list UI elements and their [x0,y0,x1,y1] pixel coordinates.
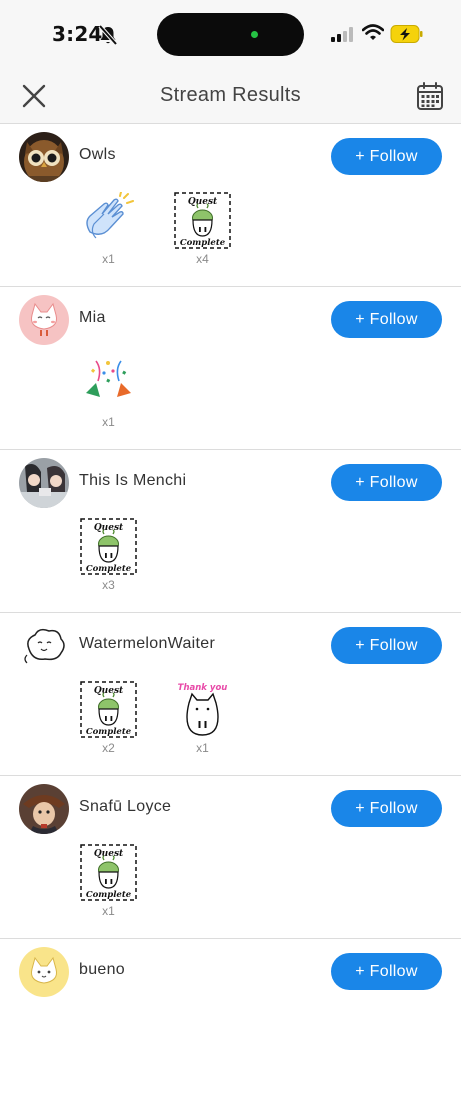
stream-result-row: Mia + Follow x1 [0,287,461,450]
stream-result-row: WatermelonWaiter + Follow Quest Complete x2 T… [0,613,461,776]
status-time: 3:24 [52,22,103,46]
stream-results-list: Owls + Follow x1 Quest Complete x4 Mia + Follow… [0,124,461,1101]
user-name[interactable]: This Is Menchi [79,472,186,490]
page-title: Stream Results [160,84,301,106]
stream-result-row: This Is Menchi + Follow Quest Complete x3 [0,450,461,613]
dynamic-island [157,13,304,56]
gift-count: x2 [102,741,115,755]
gift-count: x1 [102,415,115,429]
quest-complete-sticker: Quest Complete [80,681,137,738]
stream-result-row: Owls + Follow x1 Quest Complete x4 [0,124,461,287]
gift-count: x3 [102,578,115,592]
calendar-icon[interactable] [416,82,444,112]
svg-text:Complete: Complete [180,238,226,248]
user-name[interactable]: Snafū Loyce [79,798,171,816]
party-popper-sticker [80,355,137,412]
follow-button[interactable]: + Follow [331,301,442,338]
gift-list: x1 Quest Complete x4 [80,192,231,266]
gift-count: x1 [196,741,209,755]
gift-count: x1 [102,904,115,918]
gift-list: Quest Complete x1 [80,844,137,918]
gift-list: x1 [80,355,137,429]
svg-text:Quest: Quest [94,523,124,533]
quest-complete-sticker: Quest Complete [80,844,137,901]
painted-portrait-avatar[interactable] [19,784,69,834]
gift-list: Quest Complete x3 [80,518,137,592]
quest-complete-sticker: Quest Complete [174,192,231,249]
user-name[interactable]: Owls [79,146,116,164]
follow-button[interactable]: + Follow [331,464,442,501]
svg-text:Quest: Quest [94,686,124,696]
thank-you-sticker: Thank you [174,681,231,738]
user-name[interactable]: WatermelonWaiter [79,635,215,653]
anime-characters-avatar[interactable] [19,458,69,508]
svg-text:Complete: Complete [86,564,132,574]
stream-result-row: Snafū Loyce + Follow Quest Complete x1 [0,776,461,939]
gift-item: Thank you x1 [174,681,231,755]
gift-list: Quest Complete x2 Thank you x1 [80,681,231,755]
gift-count: x1 [102,252,115,266]
owl-avatar[interactable] [19,132,69,182]
clapping-hands-sticker [80,192,137,249]
follow-button[interactable]: + Follow [331,953,442,990]
battery-charging-icon [390,25,423,43]
cellular-signal-icon [331,27,353,42]
cloud-creature-avatar[interactable] [19,621,69,671]
svg-text:Complete: Complete [86,890,132,900]
gift-item: Quest Complete x2 [80,681,137,755]
gift-item: Quest Complete x4 [174,192,231,266]
camera-indicator-dot [251,31,258,38]
wifi-icon [362,24,384,40]
svg-text:Thank you: Thank you [178,683,228,693]
header-bar: Stream Results [0,70,461,124]
gift-item: x1 [80,355,137,429]
user-name[interactable]: Mia [79,309,106,327]
svg-text:Complete: Complete [86,727,132,737]
stream-result-row: bueno + Follow [0,939,461,1101]
yellow-cat-avatar[interactable] [19,947,69,997]
follow-button[interactable]: + Follow [331,627,442,664]
svg-text:Quest: Quest [188,197,218,207]
follow-button[interactable]: + Follow [331,790,442,827]
gift-item: Quest Complete x3 [80,518,137,592]
user-name[interactable]: bueno [79,961,125,979]
quest-complete-sticker: Quest Complete [80,518,137,575]
status-bar: 3:24 [0,0,461,70]
pink-cat-avatar[interactable] [19,295,69,345]
follow-button[interactable]: + Follow [331,138,442,175]
gift-item: Quest Complete x1 [80,844,137,918]
gift-item: x1 [80,192,137,266]
svg-text:Quest: Quest [94,849,124,859]
bell-muted-icon [98,24,118,46]
gift-count: x4 [196,252,209,266]
